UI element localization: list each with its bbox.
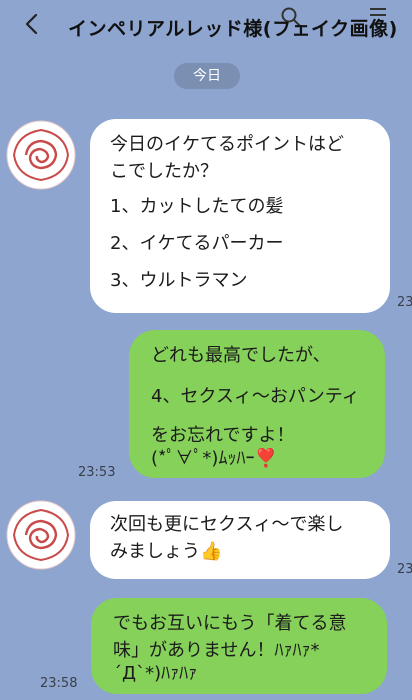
message-text: 4、セクスィ〜おパンティ [151, 386, 360, 407]
message-text: ´Д`*)ﾊｧﾊｧ [113, 663, 198, 684]
avatar[interactable] [6, 120, 76, 190]
message-text: (*ﾟ∀ﾟ*)ﾑｯﾊｰ❣️ [151, 448, 277, 469]
message-text: みましょう👍 [110, 541, 223, 562]
message-text: 2、イケてるパーカー [110, 233, 284, 254]
message-text: 3、ウルトラマン [110, 270, 248, 291]
back-chevron-icon[interactable] [22, 12, 42, 36]
message-timestamp: 23:5 [397, 295, 412, 310]
message-bubble-incoming[interactable]: 次回も更にセクスィ〜で楽し みましょう👍 [90, 501, 390, 579]
message-text: 1、カットしたての髪 [110, 196, 284, 217]
avatar[interactable] [6, 500, 76, 570]
message-bubble-incoming[interactable]: 今日のイケてるポイントはど こでしたか？ 1、カットしたての髪 2、イケてるパー… [90, 119, 390, 313]
message-text: 次回も更にセクスィ〜で楽し [110, 514, 344, 535]
date-separator: 今日 [174, 63, 240, 89]
message-bubble-outgoing[interactable]: でもお互いにもう「着てる意 味」がありません！ﾊｧﾊｧ* ´Д`*)ﾊｧﾊｧ [91, 598, 387, 694]
message-timestamp: 23: [397, 562, 412, 577]
message-timestamp: 23:58 [40, 676, 78, 691]
chat-header: インペリアルレッド様(フェイク画像) [0, 0, 412, 48]
chat-title: インペリアルレッド様(フェイク画像) [68, 18, 398, 40]
message-text: どれも最高でしたが、 [151, 345, 331, 366]
message-text: でもお互いにもう「着てる意 [113, 613, 347, 634]
message-timestamp: 23:53 [78, 465, 116, 480]
message-text: 今日のイケてるポイントはど [110, 134, 344, 155]
message-bubble-outgoing[interactable]: どれも最高でしたが、 4、セクスィ〜おパンティ をお忘れですよ！ (*ﾟ∀ﾟ*)… [129, 330, 385, 478]
message-text: こでしたか？ [110, 161, 218, 182]
